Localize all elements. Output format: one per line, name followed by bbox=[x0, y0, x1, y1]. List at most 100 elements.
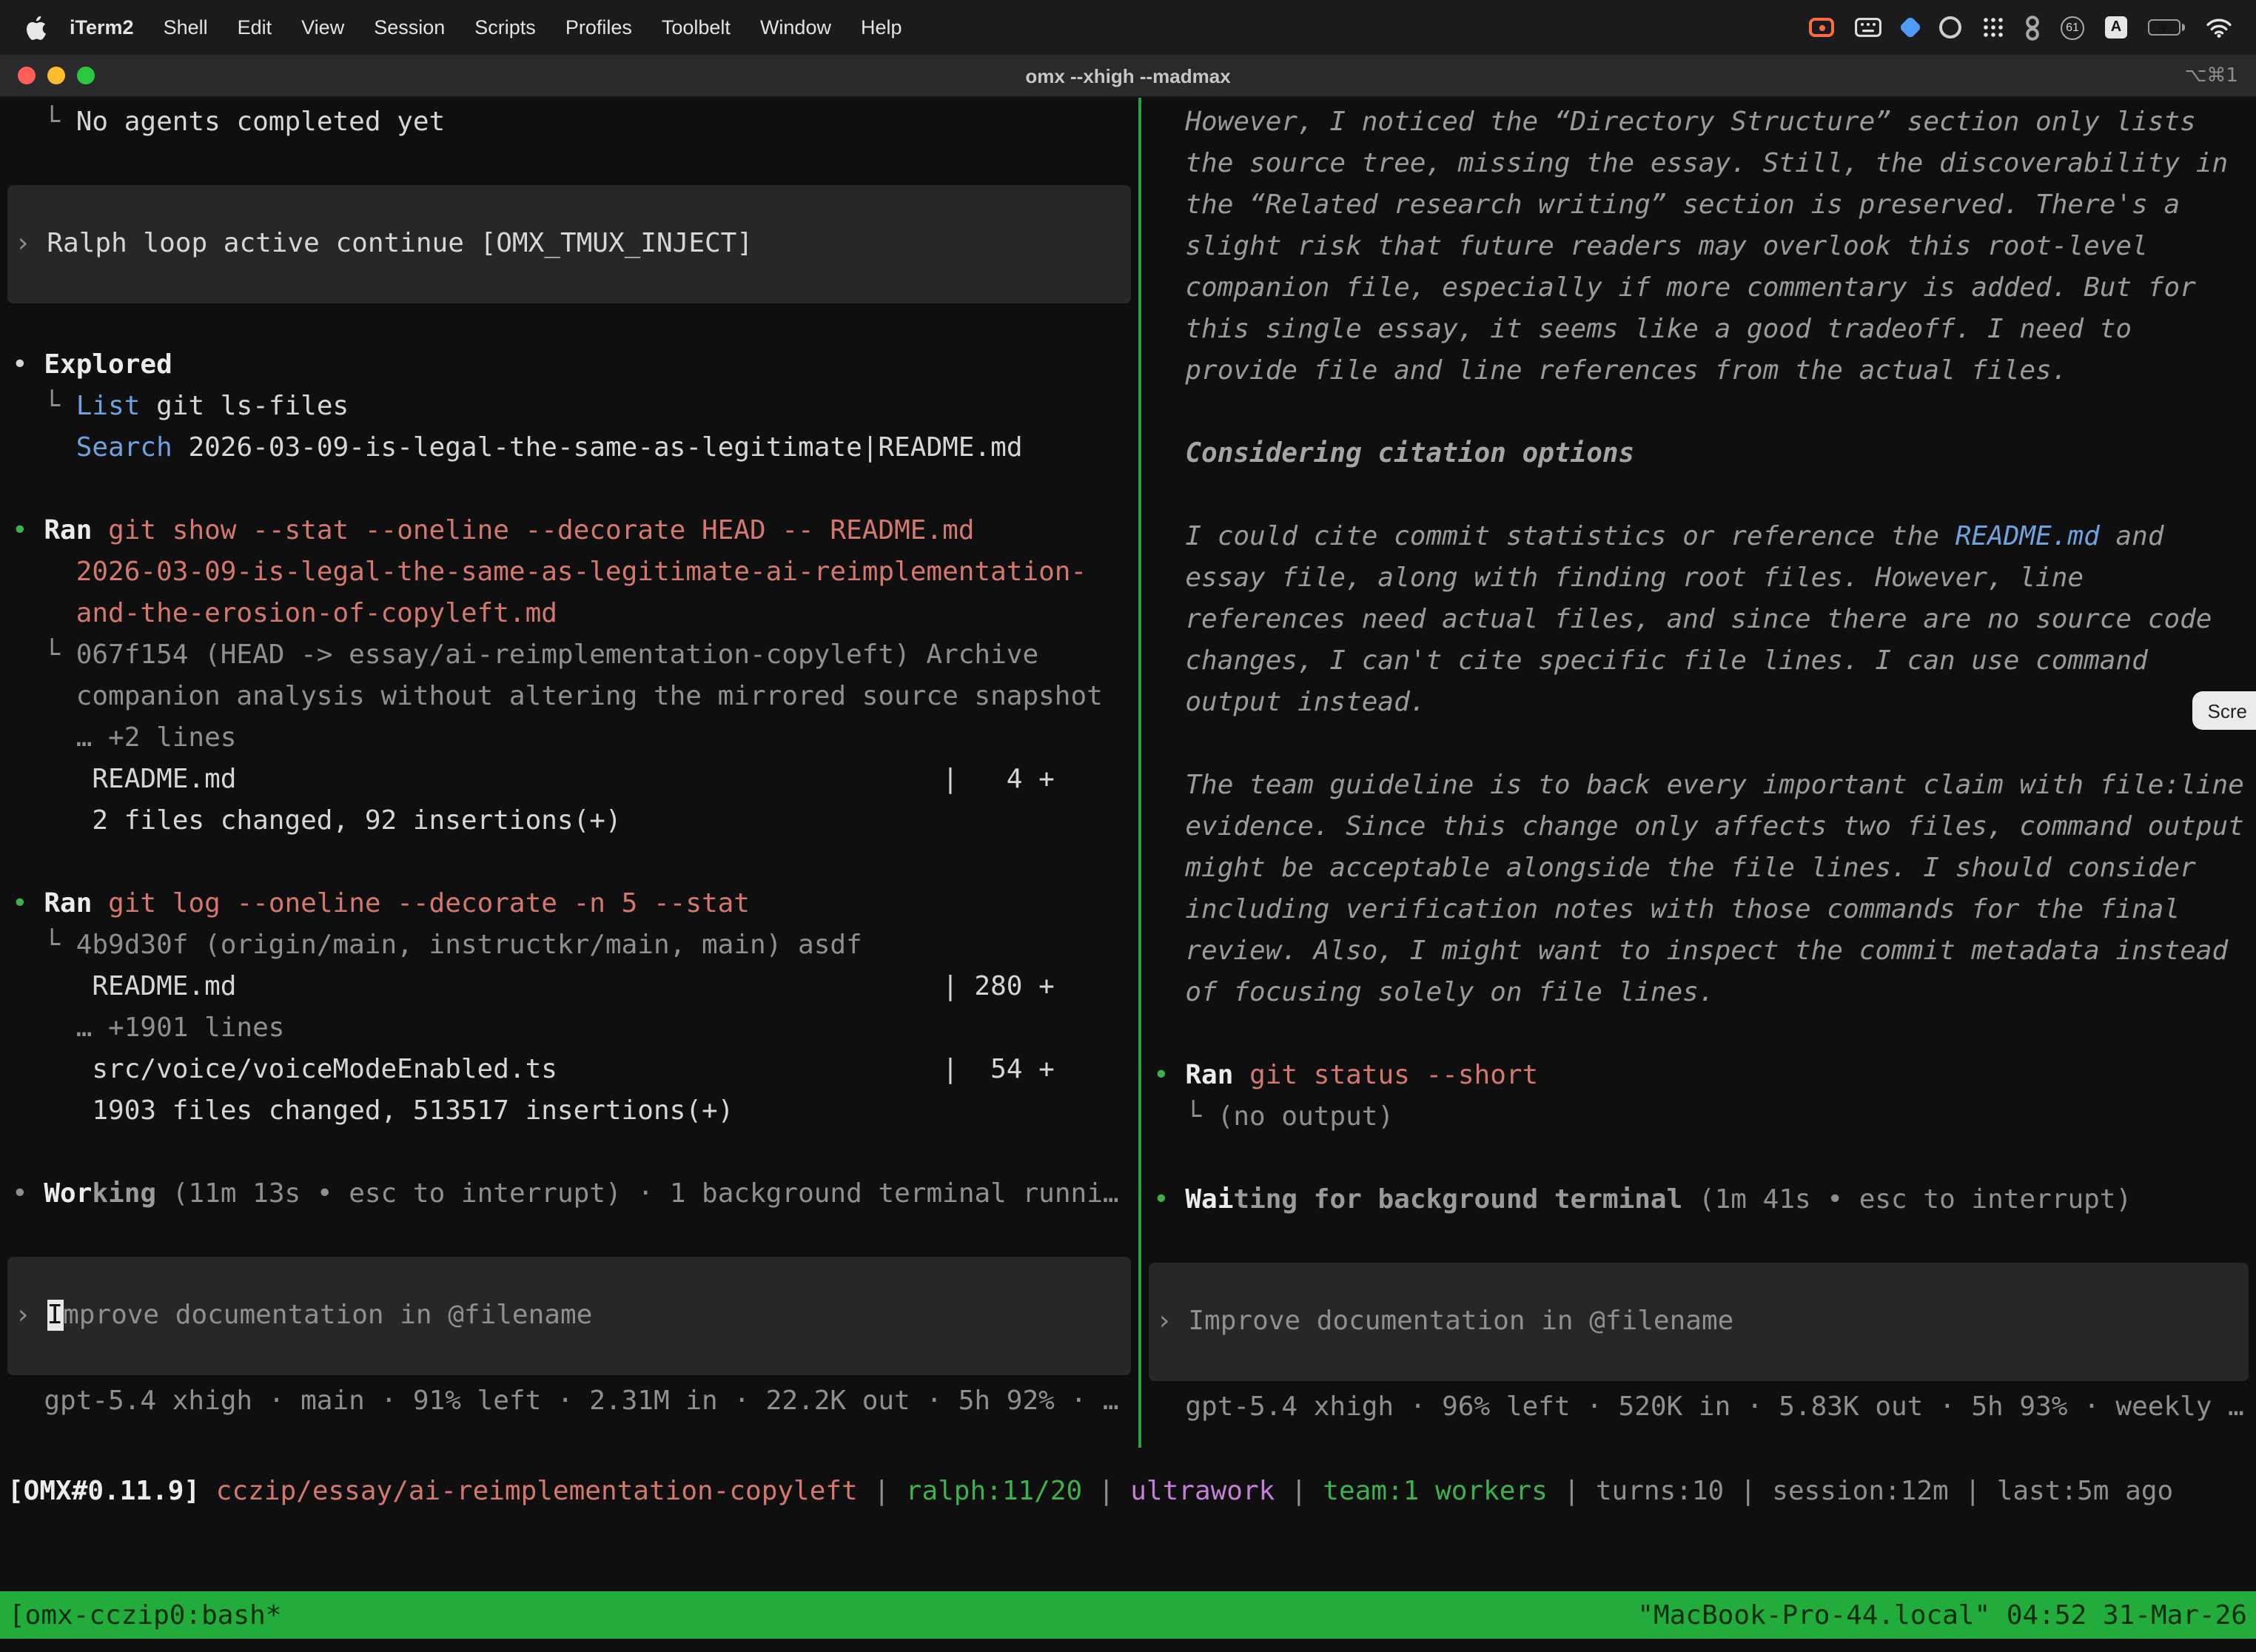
right-prompt-input[interactable]: › Improve documentation in @filename bbox=[1149, 1263, 2249, 1381]
text-segment: references need actual files, and since … bbox=[1153, 604, 2212, 635]
text-segment: I could cite commit statistics or refere… bbox=[1153, 521, 1955, 552]
text-segment: Improve documentation in @filename bbox=[1188, 1306, 1733, 1337]
terminal-line: and-the-erosion-of-copyleft.md bbox=[0, 594, 1138, 635]
left-prompt-input[interactable]: › Improve documentation in @filename bbox=[7, 1257, 1131, 1375]
text-segment: git log --oneline --decorate -n 5 --stat bbox=[92, 888, 750, 919]
terminal-line: slight risk that future readers may over… bbox=[1141, 226, 2256, 268]
text-segment: ting for background terminal bbox=[1233, 1184, 1682, 1215]
terminal-line bbox=[1141, 1138, 2256, 1180]
text-segment: › bbox=[15, 228, 47, 259]
menu-item-help[interactable]: Help bbox=[846, 16, 917, 38]
terminal-line: 2 files changed, 92 insertions(+) bbox=[0, 801, 1138, 842]
apple-logo-icon[interactable] bbox=[27, 16, 46, 39]
text-segment: | bbox=[1724, 1476, 1772, 1507]
menu-item-toolbelt[interactable]: Toolbelt bbox=[647, 16, 745, 38]
menu-bar-left: iTerm2 Shell Edit View Session Scripts P… bbox=[15, 16, 917, 39]
text-segment: team:1 workers bbox=[1323, 1476, 1547, 1507]
terminal-line: › Ralph loop active continue [OMX_TMUX_I… bbox=[7, 224, 1131, 265]
terminal-line: However, I noticed the “Directory Struct… bbox=[1141, 102, 2256, 144]
terminal-line: • Ran git show --stat --oneline --decora… bbox=[0, 511, 1138, 552]
text-segment: Wai bbox=[1185, 1184, 1233, 1215]
minimize-button[interactable] bbox=[47, 67, 65, 84]
text-segment: cczip/essay/ai-reimplementation-copyleft bbox=[216, 1476, 858, 1507]
terminal-line: README.md | 280 + bbox=[0, 967, 1138, 1008]
text-segment: No agents completed yet bbox=[76, 107, 446, 138]
desktop-screen: iTerm2 Shell Edit View Session Scripts P… bbox=[0, 0, 2256, 1652]
text-segment: However, I noticed the “Directory Struct… bbox=[1153, 107, 2196, 138]
zoom-button[interactable] bbox=[77, 67, 95, 84]
text-segment: Search bbox=[76, 432, 172, 463]
terminal-line: Search 2026-03-09-is-legal-the-same-as-l… bbox=[0, 428, 1138, 469]
text-segment: companion analysis without altering the … bbox=[12, 681, 1103, 712]
text-segment: session:12m bbox=[1772, 1476, 1948, 1507]
gauge-icon[interactable]: 61 bbox=[2061, 16, 2084, 39]
terminal-line: └ No agents completed yet bbox=[0, 102, 1138, 144]
text-segment: last:5m ago bbox=[1997, 1476, 2173, 1507]
text-segment: 2026-03-09-is-legal-the-same-as-legitima… bbox=[172, 432, 1023, 463]
text-segment: The team guideline is to back every impo… bbox=[1153, 770, 2244, 801]
screen-share-pill[interactable]: Scre bbox=[2193, 691, 2256, 730]
menu-item-session[interactable]: Session bbox=[359, 16, 460, 38]
screen-record-indicator-icon[interactable] bbox=[1809, 18, 1834, 37]
dots-grid-icon[interactable] bbox=[1982, 16, 2004, 38]
terminal-line: companion file, especially if more comme… bbox=[1141, 268, 2256, 309]
terminal-line: provide file and line references from th… bbox=[1141, 351, 2256, 392]
terminal-line: README.md | 4 + bbox=[0, 759, 1138, 801]
battery-icon[interactable] bbox=[2148, 19, 2185, 36]
text-segment: src/voice/voiceModeEnabled.ts | 54 + bbox=[12, 1054, 1055, 1085]
wifi-icon[interactable] bbox=[2206, 17, 2232, 38]
menu-item-scripts[interactable]: Scripts bbox=[460, 16, 551, 38]
text-segment: and bbox=[2100, 521, 2164, 552]
menu-item-iterm2[interactable]: iTerm2 bbox=[55, 16, 149, 38]
text-segment: of focusing solely on file lines. bbox=[1153, 977, 1715, 1008]
text-segment: • bbox=[12, 1178, 44, 1209]
terminal-window: └ No agents completed yet › Ralph loop a… bbox=[0, 98, 2256, 1652]
terminal-line bbox=[1141, 724, 2256, 765]
right-terminal-pane[interactable]: However, I noticed the “Directory Struct… bbox=[1141, 98, 2256, 1448]
text-segment: Ran bbox=[1185, 1060, 1233, 1091]
text-segment: I bbox=[47, 1300, 63, 1331]
battery-body bbox=[2148, 19, 2181, 36]
menu-item-edit[interactable]: Edit bbox=[223, 16, 287, 38]
menu-item-window[interactable]: Window bbox=[745, 16, 846, 38]
text-segment: slight risk that future readers may over… bbox=[1153, 231, 2148, 262]
window-shortcut-hint: ⌥⌘1 bbox=[2184, 64, 2238, 87]
menu-item-view[interactable]: View bbox=[286, 16, 359, 38]
close-button[interactable] bbox=[18, 67, 36, 84]
terminal-line: └ 4b9d30f (origin/main, instructkr/main,… bbox=[0, 925, 1138, 967]
text-segment: • bbox=[12, 515, 44, 546]
text-segment: | bbox=[1275, 1476, 1323, 1507]
menu-item-shell[interactable]: Shell bbox=[149, 16, 223, 38]
terminal-line: … +1901 lines bbox=[0, 1008, 1138, 1050]
text-segment: this single essay, it seems like a good … bbox=[1153, 314, 2132, 345]
window-title-bar: omx --xhigh --madmax ⌥⌘1 bbox=[0, 55, 2256, 98]
text-segment: mprove documentation in @filename bbox=[63, 1300, 592, 1331]
key-icon[interactable] bbox=[2025, 14, 2040, 41]
text-segment: README.md | 280 + bbox=[12, 971, 1055, 1002]
terminal-line: Considering citation options bbox=[1141, 434, 2256, 475]
terminal-line: • Ran git status --short bbox=[1141, 1055, 2256, 1097]
input-source-icon[interactable]: A bbox=[2105, 16, 2127, 38]
text-segment: • bbox=[12, 888, 44, 919]
terminal-line bbox=[0, 144, 1138, 185]
text-segment: changes, I can't cite specific file line… bbox=[1153, 645, 2148, 676]
terminal-line bbox=[1141, 1014, 2256, 1055]
left-scrollback-top: └ No agents completed yet bbox=[0, 102, 1138, 185]
text-segment: might be acceptable alongside the file l… bbox=[1153, 853, 2196, 884]
keyboard-icon[interactable] bbox=[1855, 18, 1881, 37]
text-segment: 1903 files changed, 513517 insertions(+) bbox=[12, 1095, 733, 1126]
text-segment: | bbox=[1548, 1476, 1596, 1507]
terminal-line: evidence. Since this change only affects… bbox=[1141, 807, 2256, 848]
circle-app-icon[interactable] bbox=[1939, 16, 1961, 38]
terminal-line: this single essay, it seems like a good … bbox=[1141, 309, 2256, 351]
text-segment: the “Related research writing” section i… bbox=[1153, 189, 2180, 221]
menu-item-profiles[interactable]: Profiles bbox=[551, 16, 647, 38]
terminal-line bbox=[1141, 392, 2256, 434]
tmux-session-label: [omx-cczip0:bash* bbox=[9, 1599, 281, 1631]
terminal-line: references need actual files, and since … bbox=[1141, 600, 2256, 641]
left-terminal-pane[interactable]: └ No agents completed yet › Ralph loop a… bbox=[0, 98, 1138, 1448]
terminal-line: … +2 lines bbox=[0, 718, 1138, 759]
terminal-line: changes, I can't cite specific file line… bbox=[1141, 641, 2256, 682]
terminal-line: › Improve documentation in @filename bbox=[1149, 1301, 2249, 1343]
raycast-icon[interactable] bbox=[1899, 16, 1921, 38]
